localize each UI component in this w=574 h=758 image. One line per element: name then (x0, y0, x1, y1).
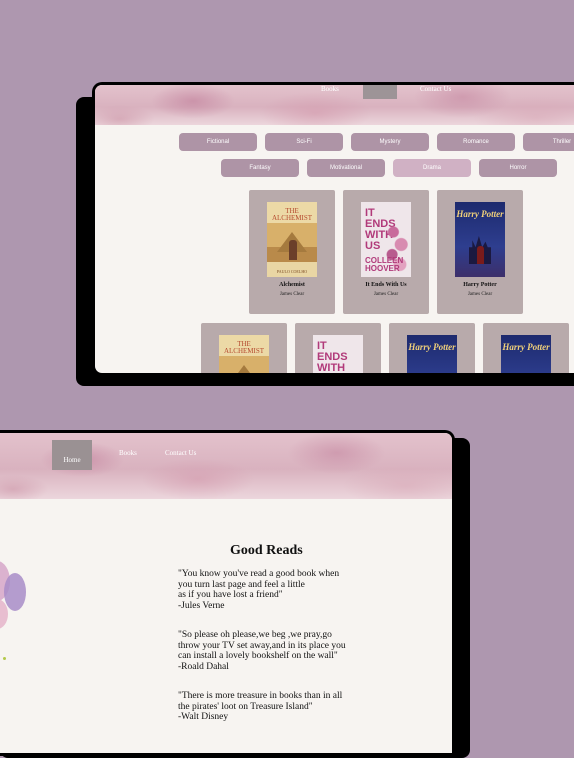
nav-active-tab[interactable] (363, 85, 397, 99)
genre-pill-mystery[interactable]: Mystery (351, 133, 429, 151)
cover-title: THE ALCHEMIST (223, 340, 265, 355)
cover-title: Harry Potter (502, 342, 550, 352)
books-page-screen: Books Contact Us Fictional Sci-Fi Myster… (92, 82, 574, 376)
book-author: James Clear (279, 292, 305, 297)
cover-title: THE ALCHEMIST (271, 207, 313, 222)
genre-pill-fantasy[interactable]: Fantasy (221, 159, 299, 177)
quote-author: -Jules Verne (178, 600, 225, 611)
quote-author: -Walt Disney (178, 712, 229, 722)
quote-line: can install a lovely bookshelf on the wa… (178, 651, 338, 661)
quote-line: "There is more treasure in books than in… (178, 691, 343, 701)
genre-pill-scifi[interactable]: Sci-Fi (265, 133, 343, 151)
book-card-alchemist[interactable]: THE ALCHEMIST (201, 323, 287, 373)
book-title: Alchemist (279, 282, 305, 288)
genre-pill-motivational[interactable]: Motivational (307, 159, 385, 177)
quote-line: as if you have lost a friend" (178, 590, 283, 600)
nav-home-label: Home (63, 456, 81, 464)
book-cover-alchemist: THE ALCHEMIST PAULO COELHO (267, 202, 317, 277)
quote-block: "So please oh please,we beg ,we pray,go … (178, 630, 378, 672)
quote-line: you turn last page and feel a little (178, 579, 305, 590)
genre-pill-horror[interactable]: Horror (479, 159, 557, 177)
quote-line: the pirates' loot on Treasure Island" (178, 701, 313, 712)
book-cover-harry-potter: Harry Potter (455, 202, 505, 277)
book-card-harry-potter[interactable]: Harry Potter (389, 323, 475, 373)
quote-line: throw your TV set away,and in its place … (178, 640, 346, 651)
book-card-it-ends-with-us[interactable]: IT ENDS WITH US (295, 323, 381, 374)
watercolor-header: Home Books Contact Us (0, 433, 452, 499)
book-cover-alchemist: THE ALCHEMIST (219, 335, 269, 373)
genre-pill-thriller[interactable]: Thriller (523, 133, 574, 151)
genre-pill-romance[interactable]: Romance (437, 133, 515, 151)
home-page-screen: Home Books Contact Us Good Reads "You kn… (0, 430, 455, 756)
watercolor-header: Books Contact Us (95, 85, 574, 125)
genre-pill-fictional[interactable]: Fictional (179, 133, 257, 151)
book-author: James Clear (467, 292, 493, 297)
quote-line: "You know you've read a good book when (178, 569, 340, 579)
nav-contact-link[interactable]: Contact Us (420, 85, 451, 99)
nav-books-link[interactable]: Books (321, 85, 339, 99)
book-author: James Clear (373, 292, 399, 297)
book-title: It Ends With Us (365, 282, 407, 288)
book-card-alchemist[interactable]: THE ALCHEMIST PAULO COELHO Alchemist Jam… (249, 190, 335, 314)
book-title: Harry Potter (463, 282, 497, 288)
cover-author: COLLEEN HOOVER (365, 256, 404, 273)
cover-title: Harry Potter (456, 209, 504, 219)
book-cover-it-ends-with-us: IT ENDS WITH US (313, 335, 363, 374)
cover-title: Harry Potter (408, 342, 456, 352)
book-cover-it-ends-with-us: IT ENDS WITH US COLLEEN HOOVER (361, 202, 411, 277)
book-card-it-ends-with-us[interactable]: IT ENDS WITH US COLLEEN HOOVER It Ends W… (343, 190, 429, 314)
nav-books-link[interactable]: Books (119, 449, 137, 457)
quote-block: "You know you've read a good book when y… (178, 569, 378, 611)
quote-author: -Roald Dahal (178, 661, 229, 672)
book-card-harry-potter[interactable]: Harry Potter Harry Potter James Clear (437, 190, 523, 314)
cover-author: PAULO COELHO (276, 269, 308, 274)
page-title: Good Reads (230, 543, 303, 558)
genre-pill-drama[interactable]: Drama (393, 159, 471, 177)
nav-home-tab[interactable]: Home (52, 440, 92, 470)
quote-block: "There is more treasure in books than in… (178, 691, 378, 723)
book-cover-harry-potter: Harry Potter (501, 335, 551, 373)
nav-contact-link[interactable]: Contact Us (165, 449, 196, 457)
cover-title: IT ENDS WITH US (317, 340, 348, 374)
book-card-harry-potter[interactable]: Harry Potter (483, 323, 569, 373)
book-cover-harry-potter: Harry Potter (407, 335, 457, 373)
quote-line: "So please oh please,we beg ,we pray,go (178, 630, 332, 640)
floral-illustration (0, 533, 30, 673)
